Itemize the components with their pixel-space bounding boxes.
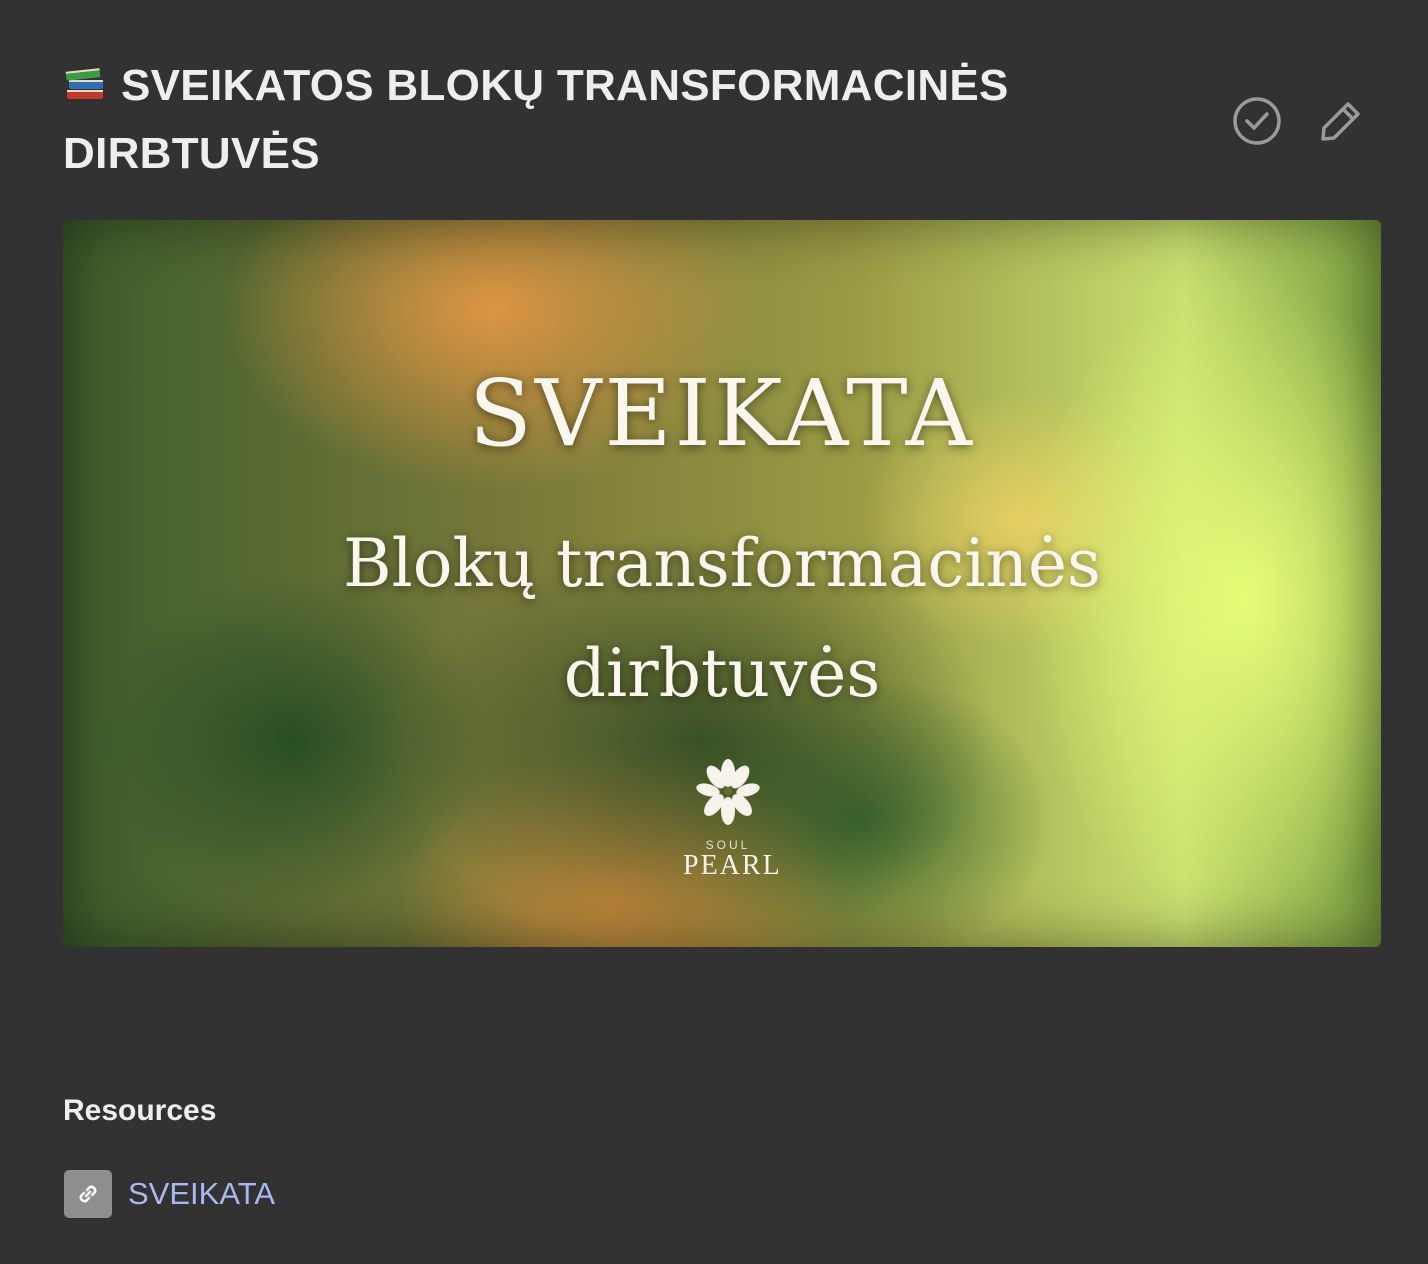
logo-small-text: SOUL [705, 838, 751, 852]
soul-pearl-logo: SOUL PEARL [683, 755, 782, 881]
title-line-1: SVEIKATOS BLOKŲ TRANSFORMACINĖS [121, 61, 1009, 110]
resource-link-sveikata[interactable]: SVEIKATA [64, 1170, 275, 1218]
link-icon [79, 1185, 97, 1203]
flower-logo-icon [696, 759, 760, 825]
page-header: SVEIKATOS BLOKŲ TRANSFORMACINĖS DIRBTUVĖ… [63, 52, 1163, 188]
hero-heading: SVEIKATA [468, 360, 976, 467]
page-actions [1232, 96, 1366, 146]
hero-image: SVEIKATA Blokų transformacinės dirbtuvės… [63, 220, 1381, 947]
edit-button[interactable] [1316, 96, 1366, 146]
title-line-2: DIRBTUVĖS [63, 129, 320, 178]
logo-brand-text: PEARL [683, 850, 782, 881]
resources-heading: Resources [63, 1094, 217, 1127]
page-title: SVEIKATOS BLOKŲ TRANSFORMACINĖS DIRBTUVĖ… [63, 52, 1163, 188]
check-circle-icon [1233, 97, 1281, 145]
hero-subtitle-line-1: Blokų transformacinės [343, 525, 1101, 602]
pencil-icon [1321, 102, 1360, 141]
hero-subtitle-line-2: dirbtuvės [563, 635, 881, 712]
mark-complete-button[interactable] [1232, 96, 1282, 146]
link-icon-box [64, 1170, 112, 1218]
resource-label[interactable]: SVEIKATA [128, 1176, 275, 1212]
books-emoji-icon [65, 68, 103, 99]
